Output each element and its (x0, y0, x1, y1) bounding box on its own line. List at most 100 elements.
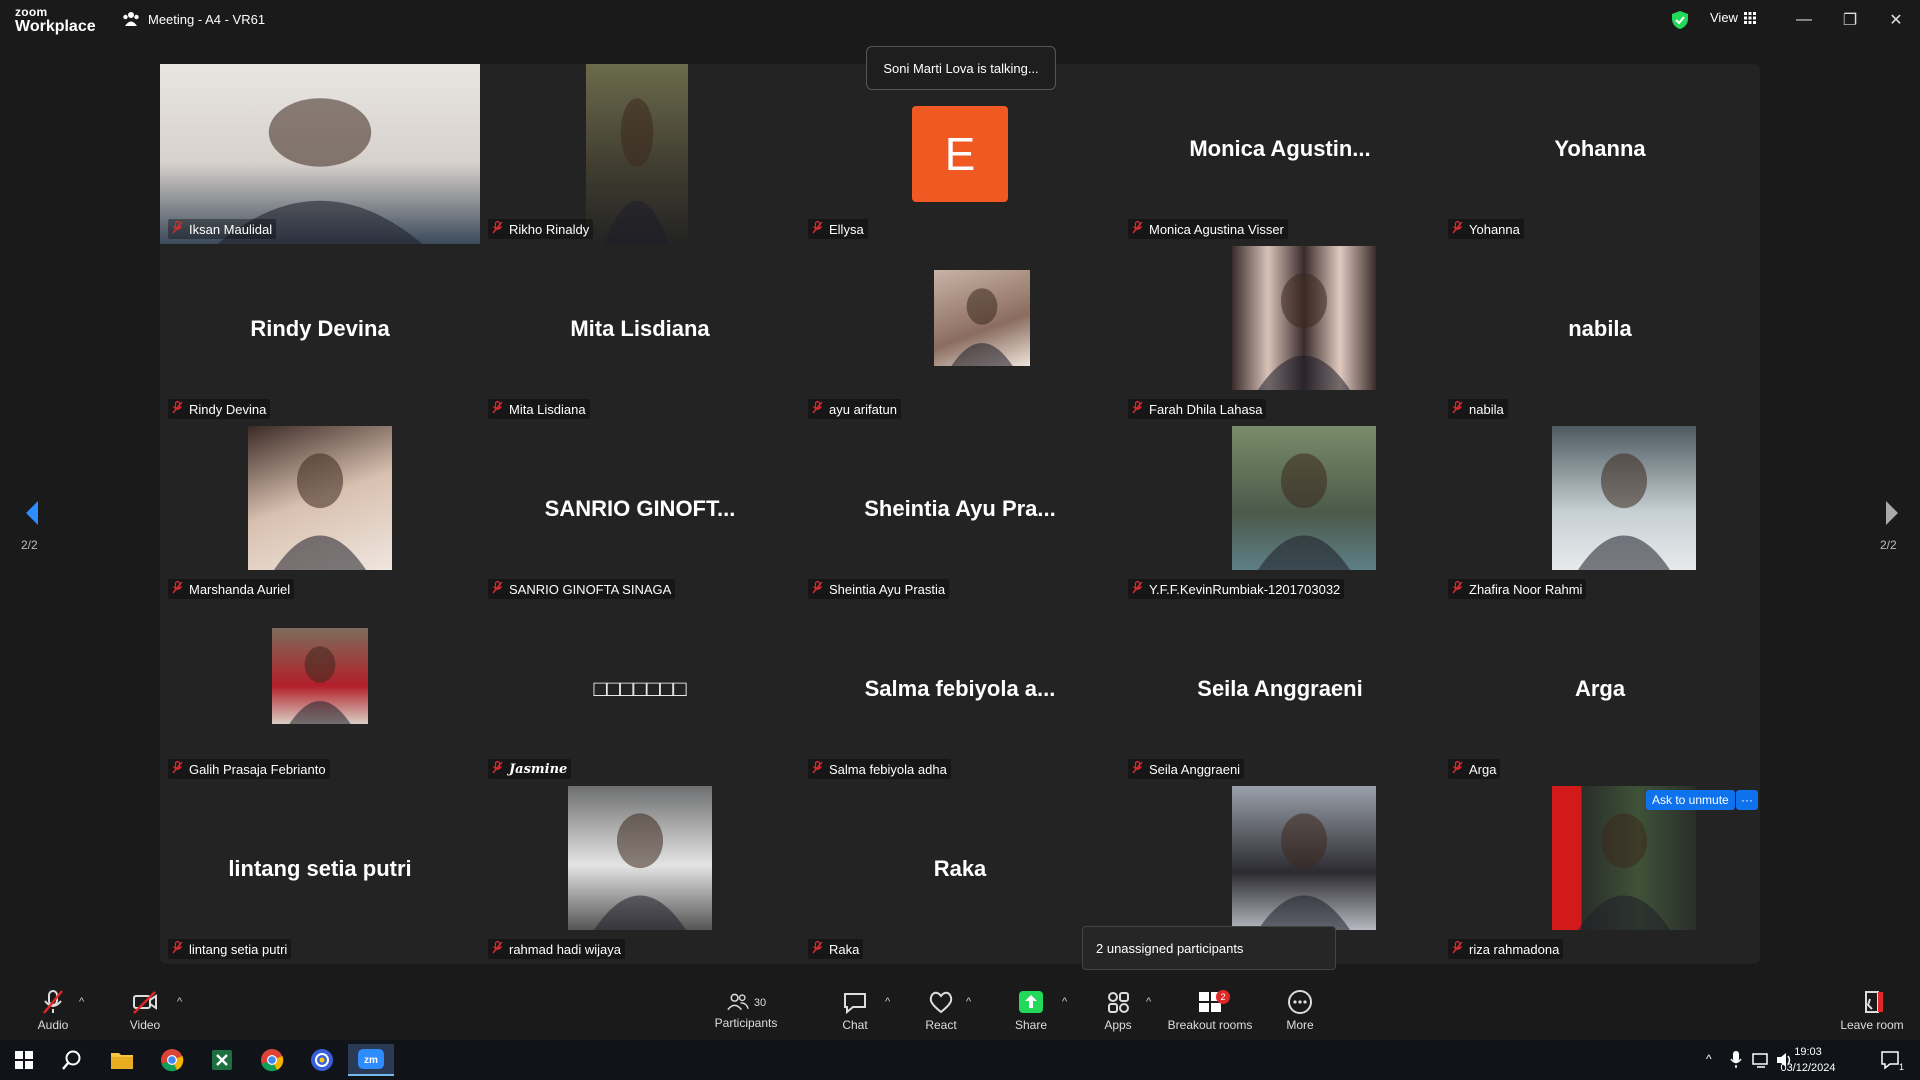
clock[interactable]: 19:03 03/12/2024 (1780, 1044, 1836, 1076)
participant-tile[interactable]: Salma febiyola a... Salma febiyola adha (800, 604, 1120, 784)
participant-tile[interactable]: Y.F.F.KevinRumbiak-1201703032 (1120, 424, 1440, 604)
participant-photo (272, 628, 368, 724)
participant-photo (1232, 426, 1376, 570)
chat-button[interactable]: Chat (832, 980, 878, 1040)
share-button[interactable]: Share (1008, 980, 1054, 1040)
participant-display-name: Monica Agustin... (1189, 136, 1371, 161)
participant-tile[interactable]: Farah Dhila Lahasa (1120, 244, 1440, 424)
participant-tile[interactable]: lintang setia putri lintang setia putri (160, 784, 480, 964)
apps-options-chevron-icon[interactable]: ^ (1146, 996, 1151, 1008)
participant-photo (1232, 786, 1376, 930)
participant-tile[interactable]: rahmad hadi wijaya (480, 784, 800, 964)
tray-chevron-icon[interactable]: ^ (1706, 1052, 1712, 1066)
participant-tile[interactable]: Arga Arga (1440, 604, 1760, 784)
chrome-profile-icon[interactable] (252, 1044, 292, 1076)
participant-name: Galih Prasaja Febrianto (189, 761, 326, 777)
more-button[interactable]: More (1277, 980, 1323, 1040)
react-options-chevron-icon[interactable]: ^ (966, 996, 971, 1008)
windows-start-icon[interactable] (4, 1044, 44, 1076)
participant-tile[interactable]: SANRIO GINOFT... SANRIO GINOFTA SINAGA (480, 424, 800, 604)
audio-button[interactable]: Audio (30, 980, 76, 1040)
share-options-chevron-icon[interactable]: ^ (1062, 996, 1067, 1008)
participant-tile[interactable]: Galih Prasaja Febrianto (160, 604, 480, 784)
participants-button[interactable]: 30 Participants (710, 980, 782, 1040)
meeting-title[interactable]: Meeting - A4 - VR61 (122, 11, 265, 27)
prev-page-icon[interactable] (18, 498, 48, 528)
participant-video (586, 64, 688, 244)
participant-display-name: SANRIO GINOFT... (544, 496, 736, 521)
participant-name: Mita Lisdiana (509, 401, 586, 417)
svg-text:zm: zm (364, 1055, 378, 1066)
participant-tile[interactable]: Rikho Rinaldy (480, 64, 800, 244)
maximize-icon[interactable]: ❐ (1832, 6, 1868, 34)
participant-tile[interactable]: Iksan Maulidal (160, 64, 480, 244)
name-plate: lintang setia putri (168, 939, 292, 959)
participant-tile[interactable]: Monica Agustin... Monica Agustina Visser (1120, 64, 1440, 244)
name-plate: Farah Dhila Lahasa (1128, 399, 1267, 419)
participant-tile[interactable]: Yohanna Yohanna (1440, 64, 1760, 244)
participant-name: SANRIO GINOFTA SINAGA (509, 581, 672, 597)
excel-icon[interactable] (202, 1044, 242, 1076)
mic-muted-icon (1452, 581, 1463, 597)
zoom-logo: zoom Workplace (15, 6, 96, 35)
participant-tile[interactable]: Seila Anggraeni Seila Anggraeni (1120, 604, 1440, 784)
react-button[interactable]: React (918, 980, 964, 1040)
participant-tile[interactable]: E Ellysa (800, 64, 1120, 244)
participant-tile[interactable]: ayu arifatun (800, 244, 1120, 424)
next-page-icon[interactable] (1876, 498, 1906, 528)
minimize-icon[interactable]: — (1786, 6, 1822, 34)
participant-display-name: Seila Anggraeni (1197, 676, 1363, 701)
participant-name: riza rahmadona (1469, 941, 1560, 957)
react-label: React (925, 1017, 957, 1032)
ask-to-unmute-button[interactable]: Ask to unmute (1646, 790, 1735, 810)
file-explorer-icon[interactable] (102, 1044, 142, 1076)
participant-name: Monica Agustina Visser (1149, 221, 1284, 237)
participant-name: Iksan Maulidal (189, 221, 273, 237)
network-icon[interactable] (1752, 1052, 1770, 1068)
video-options-chevron-icon[interactable]: ^ (177, 996, 182, 1008)
participant-tile[interactable]: Rindy Devina Rindy Devina (160, 244, 480, 424)
security-shield-icon[interactable] (1670, 10, 1690, 30)
participant-name: Y.F.F.KevinRumbiak-1201703032 (1149, 581, 1341, 597)
zoom-taskbar-icon[interactable]: zm (348, 1044, 394, 1076)
view-button[interactable]: View (1710, 10, 1756, 25)
mic-muted-icon (43, 989, 63, 1014)
name-plate: Y.F.F.KevinRumbiak-1201703032 (1128, 579, 1345, 599)
view-label: View (1710, 10, 1738, 25)
participant-name: Ellysa (829, 221, 864, 237)
participant-tile[interactable]: riza rahmadona (1440, 784, 1760, 964)
mic-muted-icon (1132, 581, 1143, 597)
apps-button[interactable]: Apps (1095, 980, 1141, 1040)
tile-more-button[interactable]: ··· (1736, 790, 1758, 810)
camera-off-icon (133, 990, 157, 1014)
video-button[interactable]: Video (122, 980, 168, 1040)
breakout-rooms-button[interactable]: Breakout rooms (1164, 980, 1256, 1040)
mic-muted-icon (1132, 221, 1143, 237)
participant-tile[interactable]: Sheintia Ayu Pra... Sheintia Ayu Prastia (800, 424, 1120, 604)
title-bar: zoom Workplace Meeting - A4 - VR61 View … (0, 0, 1920, 40)
chat-options-chevron-icon[interactable]: ^ (885, 996, 890, 1008)
participant-tile[interactable]: nabila nabila (1440, 244, 1760, 424)
microphone-tray-icon[interactable] (1730, 1051, 1742, 1069)
close-icon[interactable]: ✕ (1878, 6, 1914, 34)
chat-label: Chat (842, 1017, 868, 1032)
gallery-view: Iksan Maulidal Rikho Rinaldy E Ellysa Monica… (160, 64, 1760, 964)
participant-tile[interactable]: Marshanda Auriel (160, 424, 480, 604)
browser-icon[interactable] (302, 1044, 342, 1076)
mic-muted-icon (812, 761, 823, 777)
search-icon[interactable] (52, 1044, 92, 1076)
chrome-icon[interactable] (152, 1044, 192, 1076)
windows-taskbar: zm ^ 19:03 03/12/2024 1 (0, 1040, 1920, 1080)
participant-tile[interactable]: Zhafira Noor Rahmi (1440, 424, 1760, 604)
name-plate: riza rahmadona (1448, 939, 1564, 959)
participant-tile[interactable]: Raka Raka (800, 784, 1120, 964)
participant-name: Salma febiyola adha (829, 761, 947, 777)
participant-tile[interactable]: □□□□□□□ Jasmine (480, 604, 800, 784)
name-plate: Iksan Maulidal (168, 219, 277, 239)
notifications-icon[interactable]: 1 (1870, 1044, 1910, 1076)
participant-tile[interactable]: Mita Lisdiana Mita Lisdiana (480, 244, 800, 424)
audio-options-chevron-icon[interactable]: ^ (79, 996, 84, 1008)
logo-line1: zoom (15, 5, 48, 19)
participant-name: nabila (1469, 401, 1504, 417)
leave-room-button[interactable]: Leave room (1836, 980, 1908, 1040)
